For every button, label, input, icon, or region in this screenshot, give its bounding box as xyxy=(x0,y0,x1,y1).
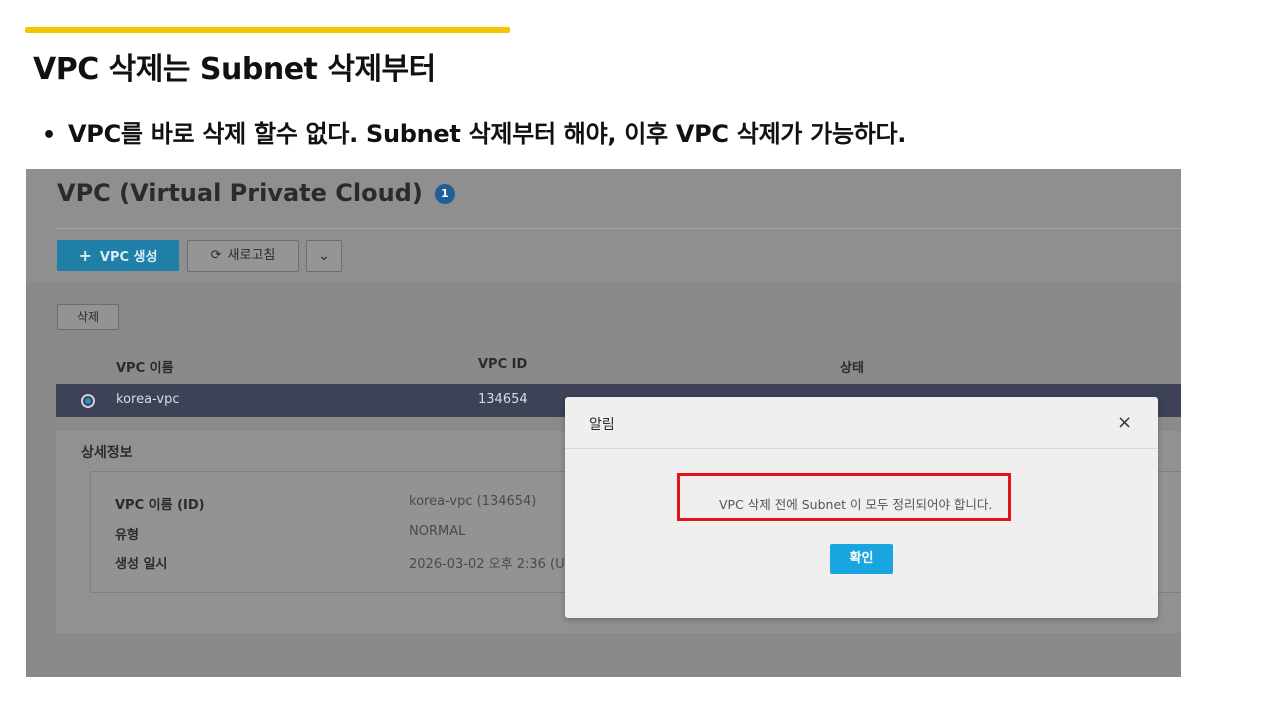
detail-label-name: VPC 이름 (ID) xyxy=(115,498,205,513)
row-radio-button[interactable] xyxy=(81,394,95,408)
detail-label-created: 생성 일시 xyxy=(115,557,168,572)
row-vpc-id: 134654 xyxy=(478,392,528,407)
chevron-down-icon: ⌄ xyxy=(318,248,330,264)
page-title-text: VPC (Virtual Private Cloud) xyxy=(57,179,423,207)
refresh-icon: ⟳ xyxy=(210,248,222,263)
dialog-divider xyxy=(565,448,1158,449)
confirm-button[interactable]: 확인 xyxy=(830,544,893,574)
bullet-icon: • xyxy=(42,123,56,148)
header-divider xyxy=(56,228,1181,229)
refresh-button[interactable]: ⟳ 새로고침 xyxy=(187,240,299,272)
count-badge: 1 xyxy=(434,184,455,204)
dialog-title: 알림 xyxy=(589,417,615,433)
detail-value-created: 2026-03-02 오후 2:36 (UT xyxy=(409,557,573,572)
column-header-status[interactable]: 상태 xyxy=(840,357,864,376)
delete-button[interactable]: 삭제 xyxy=(57,304,119,330)
plus-icon: + xyxy=(78,246,92,265)
bullet-text: VPC를 바로 삭제 할수 없다. Subnet 삭제부터 해야, 이후 VPC… xyxy=(68,120,907,148)
detail-value-name: korea-vpc (134654) xyxy=(409,494,537,509)
column-header-name[interactable]: VPC 이름 xyxy=(116,357,174,376)
accent-bar xyxy=(25,27,510,33)
slide-title: VPC 삭제는 Subnet 삭제부터 xyxy=(33,52,436,87)
create-vpc-label: VPC 생성 xyxy=(99,250,158,265)
create-vpc-button[interactable]: + VPC 생성 xyxy=(57,240,179,271)
bullet-text-line: • VPC를 바로 삭제 할수 없다. Subnet 삭제부터 해야, 이후 VP… xyxy=(42,114,906,149)
detail-label-type: 유형 xyxy=(115,528,139,543)
dialog-message: VPC 삭제 전에 Subnet 이 모두 정리되어야 합니다. xyxy=(719,497,993,512)
column-header-id[interactable]: VPC ID xyxy=(478,357,527,372)
alert-dialog: 알림 × VPC 삭제 전에 Subnet 이 모두 정리되어야 합니다. 확인 xyxy=(565,397,1158,618)
refresh-label: 새로고침 xyxy=(227,248,276,263)
close-icon[interactable]: × xyxy=(1117,412,1132,433)
page-title: VPC (Virtual Private Cloud) 1 xyxy=(57,179,455,207)
detail-value-type: NORMAL xyxy=(409,524,466,539)
more-dropdown-button[interactable]: ⌄ xyxy=(306,240,342,272)
details-title: 상세정보 xyxy=(81,445,133,461)
row-vpc-name: korea-vpc xyxy=(116,392,180,407)
